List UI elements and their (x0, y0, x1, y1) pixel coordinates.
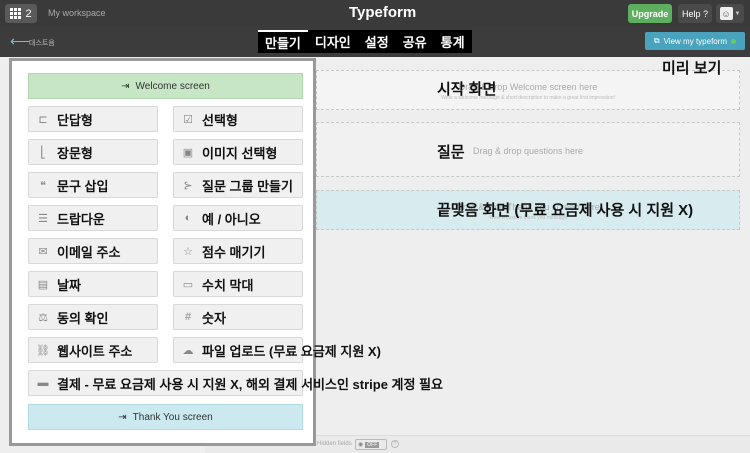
qtype-label: 이메일 주소 (57, 244, 121, 260)
long-text-icon: ⎣ (40, 146, 46, 159)
workspace-count: 2 (25, 7, 32, 20)
qtype-multiple-choice[interactable]: ☑ 선택형 (173, 106, 303, 132)
thank-you-screen-button[interactable]: ⇥ Thank You screen (28, 404, 303, 430)
question-group-icon: ⊱ (183, 179, 193, 192)
qtype-label: 예 / 아니오 (202, 211, 261, 227)
annotation-questions: 질문 (437, 144, 465, 161)
view-my-typeform-button[interactable]: ⧉ View my typeform (645, 32, 745, 50)
view-my-typeform-label: View my typeform (663, 36, 728, 46)
annotation-thanks: 끝맺음 화면 (무료 요금제 사용 시 지원 X) (437, 202, 694, 219)
qtype-label: 문구 삽입 (57, 178, 109, 194)
external-link-icon: ⧉ (653, 36, 660, 45)
qtype-legal[interactable]: ⚖ 동의 확인 (28, 304, 158, 330)
tab-share[interactable]: 공유 (396, 30, 434, 53)
qtype-rating[interactable]: ☆ 점수 매기기 (173, 238, 303, 264)
qtype-question-group[interactable]: ⊱ 질문 그룹 만들기 (173, 172, 303, 198)
top-bar: 2 My workspace Typeform Upgrade Help ? ☺… (0, 0, 750, 27)
builder-tabs: 만들기 디자인 설정 공유 통계 (258, 30, 472, 53)
typeform-title[interactable]: Typeform (349, 4, 416, 21)
welcome-drop-subtext: Write a welcome message & short descript… (441, 95, 615, 101)
qtype-label: 이미지 선택형 (202, 145, 278, 161)
tab-design[interactable]: 디자인 (308, 30, 358, 53)
qtype-label: 드랍다운 (57, 211, 105, 227)
short-text-icon: ⊏ (38, 113, 48, 126)
qtype-short-text[interactable]: ⊏ 단답형 (28, 106, 158, 132)
qtype-label: 단답형 (57, 112, 93, 128)
qtype-label: 선택형 (202, 112, 238, 128)
hidden-fields-toggle[interactable]: ◉ OFF (355, 439, 387, 450)
qtype-yes-no[interactable]: ◐ 예 / 아니오 (173, 205, 303, 231)
back-label[interactable]: 대스트음 (29, 38, 55, 48)
picture-choice-icon: ▣ (182, 146, 194, 159)
annotation-preview: 미리 보기 (662, 60, 722, 77)
qtype-website[interactable]: ⛓ 웹사이트 주소 (28, 337, 158, 363)
qtype-file-upload[interactable]: ☁ 파일 업로드 (무료 요금제 지원 X) (173, 337, 381, 363)
qtype-dropdown[interactable]: ☰ 드랍다운 (28, 205, 158, 231)
legal-icon: ⚖ (38, 311, 48, 324)
qtype-date[interactable]: ▤ 날짜 (28, 271, 158, 297)
thank-you-screen-label: Thank You screen (132, 411, 213, 423)
avatar: ☺ (719, 7, 733, 20)
questions-drop-zone[interactable]: Drag & drop questions here (316, 122, 740, 177)
qtype-label: 동의 확인 (57, 310, 109, 326)
qtype-label: 점수 매기기 (202, 244, 266, 260)
qtype-label: 파일 업로드 (무료 요금제 지원 X) (202, 343, 381, 359)
back-arrow-icon[interactable]: ⟵ (10, 33, 30, 50)
yes-no-icon: ◐ (184, 212, 192, 224)
qtype-long-text[interactable]: ⎣ 장문형 (28, 139, 158, 165)
hidden-fields-label: Hidden fields (317, 441, 352, 447)
qtype-email[interactable]: ✉ 이메일 주소 (28, 238, 158, 264)
qtype-label: 결제 - 무료 요금제 사용 시 지원 X, 해외 결제 서비스인 stripe… (57, 376, 444, 392)
annotation-welcome: 시작 화면 (437, 81, 497, 98)
exit-icon: ⇥ (118, 411, 127, 423)
file-upload-icon: ☁ (182, 344, 194, 357)
status-dot-icon (731, 38, 737, 44)
email-icon: ✉ (38, 245, 48, 258)
eye-icon: ◉ (358, 442, 364, 448)
help-circle-icon[interactable]: ? (391, 440, 399, 448)
tab-results[interactable]: 통계 (434, 30, 472, 53)
multiple-choice-icon: ☑ (183, 113, 193, 126)
tab-create[interactable]: 만들기 (258, 30, 308, 53)
dropdown-icon: ☰ (38, 212, 48, 225)
qtype-payment[interactable]: ▬ 결제 - 무료 요금제 사용 시 지원 X, 해외 결제 서비스인 stri… (28, 370, 443, 396)
qtype-label: 수치 막대 (202, 277, 254, 293)
opinion-scale-icon: ▭ (182, 278, 194, 291)
questions-drop-text: Drag & drop questions here (472, 146, 584, 156)
rating-icon: ☆ (183, 245, 193, 258)
qtype-number[interactable]: # 숫자 (173, 304, 303, 330)
builder-nav-bar: ⟵ 대스트음 만들기 디자인 설정 공유 통계 ⧉ View my typefo… (0, 27, 750, 57)
date-icon: ▤ (37, 278, 49, 291)
chevron-down-icon: ▼ (734, 10, 741, 17)
qtype-picture-choice[interactable]: ▣ 이미지 선택형 (173, 139, 303, 165)
qtype-label: 장문형 (57, 145, 93, 161)
tab-settings[interactable]: 설정 (358, 30, 396, 53)
upgrade-button[interactable]: Upgrade (628, 4, 672, 23)
welcome-screen-button[interactable]: ⇥ Welcome screen (28, 73, 303, 99)
toggle-off-label: OFF (365, 441, 380, 448)
welcome-screen-label: Welcome screen (135, 80, 210, 92)
qtype-label: 웹사이트 주소 (57, 343, 133, 359)
grid-icon (10, 8, 22, 19)
statement-icon: ❝ (40, 179, 46, 192)
qtype-opinion-scale[interactable]: ▭ 수치 막대 (173, 271, 303, 297)
question-types-panel: ⇥ Welcome screen ⊏ 단답형 ☑ 선택형 ⎣ 장문형 ▣ 이미지… (9, 58, 443, 446)
workspace-switcher-button[interactable]: 2 (5, 4, 37, 23)
qtype-statement[interactable]: ❝ 문구 삽입 (28, 172, 158, 198)
payment-icon: ▬ (37, 377, 49, 389)
help-button[interactable]: Help ? (678, 4, 712, 23)
qtype-label: 숫자 (202, 310, 226, 326)
enter-icon: ⇥ (121, 80, 130, 92)
number-icon: # (184, 311, 192, 323)
qtype-label: 질문 그룹 만들기 (202, 178, 293, 194)
website-icon: ⛓ (36, 344, 50, 357)
workspace-name-link[interactable]: My workspace (48, 8, 106, 18)
account-menu[interactable]: ☺ ▼ (716, 4, 744, 23)
qtype-label: 날짜 (57, 277, 81, 293)
welcome-drop-text: Drag & drop Welcome screen here (458, 82, 598, 92)
